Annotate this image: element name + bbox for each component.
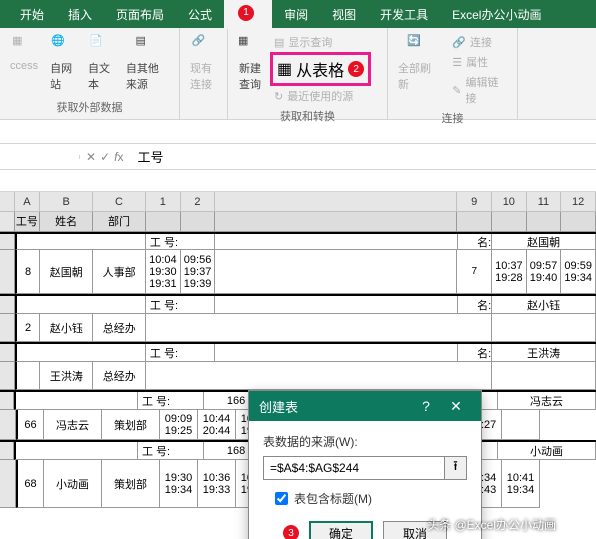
- formula-bar: ✕ ✓ fx 工号: [0, 144, 596, 170]
- tab-view[interactable]: 视图: [320, 0, 368, 29]
- dialog-help-button[interactable]: ?: [411, 398, 441, 414]
- headers-checkbox[interactable]: [275, 492, 288, 505]
- badge-3: 3: [283, 525, 299, 539]
- refresh-icon: 🔄: [407, 34, 431, 58]
- connection-icon: 🔗: [192, 34, 216, 58]
- tab-addon[interactable]: Excel办公小动画: [440, 0, 553, 29]
- dialog-title-text: 创建表: [259, 397, 298, 416]
- cancel-formula-icon[interactable]: ✕: [86, 150, 96, 164]
- group-connections-label: 连接: [394, 108, 511, 130]
- from-text-button[interactable]: 📄自文本: [84, 32, 118, 94]
- properties-icon: ☰: [452, 56, 462, 69]
- badge-1: 1: [238, 5, 254, 21]
- new-query-button[interactable]: ▦新建 查询: [234, 32, 266, 94]
- enter-formula-icon[interactable]: ✓: [100, 150, 110, 164]
- column-headers: A B C 1 2 9 10 11 12: [0, 192, 596, 212]
- ribbon-tabs: 开始 插入 页面布局 公式 数据 1 审阅 视图 开发工具 Excel办公小动画: [0, 0, 596, 28]
- properties-button[interactable]: ☰属性: [448, 52, 511, 72]
- source-label: 表数据的来源(W):: [263, 433, 467, 450]
- tab-insert[interactable]: 插入: [56, 0, 104, 29]
- fx-icon[interactable]: fx: [114, 150, 123, 164]
- headers-checkbox-label: 表包含标题(M): [294, 490, 372, 507]
- list-icon: ▤: [274, 36, 284, 49]
- range-picker-button[interactable]: ⭱: [445, 456, 467, 480]
- new-query-icon: ▦: [238, 34, 262, 58]
- watermark: 头条 @Excel办公小动画: [427, 516, 556, 533]
- database-icon: ▦: [12, 34, 36, 58]
- dialog-close-button[interactable]: ✕: [441, 398, 471, 415]
- recent-sources-button[interactable]: ↻最近使用的源: [270, 86, 371, 106]
- text-file-icon: 📄: [89, 34, 113, 58]
- tab-layout[interactable]: 页面布局: [104, 0, 176, 29]
- connections-button[interactable]: 🔗连接: [448, 32, 511, 52]
- dialog-titlebar[interactable]: 创建表 ? ✕: [249, 391, 481, 421]
- existing-connections-button[interactable]: 🔗现有连接: [186, 32, 221, 94]
- tab-dev[interactable]: 开发工具: [368, 0, 440, 29]
- formula-input[interactable]: 工号: [129, 145, 596, 168]
- refresh-all-button[interactable]: 🔄全部刷新: [394, 32, 444, 94]
- from-web-button[interactable]: 🌐自网站: [46, 32, 80, 94]
- from-other-button[interactable]: ▤自其他来源: [122, 32, 173, 94]
- globe-icon: 🌐: [51, 34, 75, 58]
- range-input[interactable]: [263, 456, 445, 480]
- from-table-button[interactable]: ▦ 从表格 2: [270, 52, 371, 86]
- edit-links-button[interactable]: ✎编辑链接: [448, 72, 511, 108]
- ribbon-content: ▦ccess 🌐自网站 📄自文本 ▤自其他来源 获取外部数据 🔗现有连接 ▦新建…: [0, 28, 596, 120]
- tab-data[interactable]: 数据 1: [224, 0, 272, 29]
- tab-home[interactable]: 开始: [8, 0, 56, 29]
- recent-icon: ↻: [274, 90, 283, 103]
- table-icon: ▦: [277, 59, 292, 79]
- edit-icon: ✎: [452, 84, 461, 97]
- badge-2: 2: [348, 61, 364, 77]
- name-box[interactable]: [0, 155, 80, 159]
- other-source-icon: ▤: [135, 34, 159, 58]
- worksheet[interactable]: A B C 1 2 9 10 11 12 工号 姓名 部门 工 号: 名: 赵国…: [0, 170, 596, 539]
- group-external-data-label: 获取外部数据: [6, 97, 173, 119]
- tab-review[interactable]: 审阅: [272, 0, 320, 29]
- link-icon: 🔗: [452, 36, 466, 49]
- table-header-row: 工号 姓名 部门: [0, 212, 596, 232]
- tab-formula[interactable]: 公式: [176, 0, 224, 29]
- table-row: [15, 234, 146, 250]
- show-query-button[interactable]: ▤显示查询: [270, 32, 371, 52]
- group-get-transform-label: 获取和转换: [234, 106, 381, 128]
- ok-button[interactable]: 确定: [309, 521, 373, 539]
- from-access-button[interactable]: ▦ccess: [6, 32, 42, 74]
